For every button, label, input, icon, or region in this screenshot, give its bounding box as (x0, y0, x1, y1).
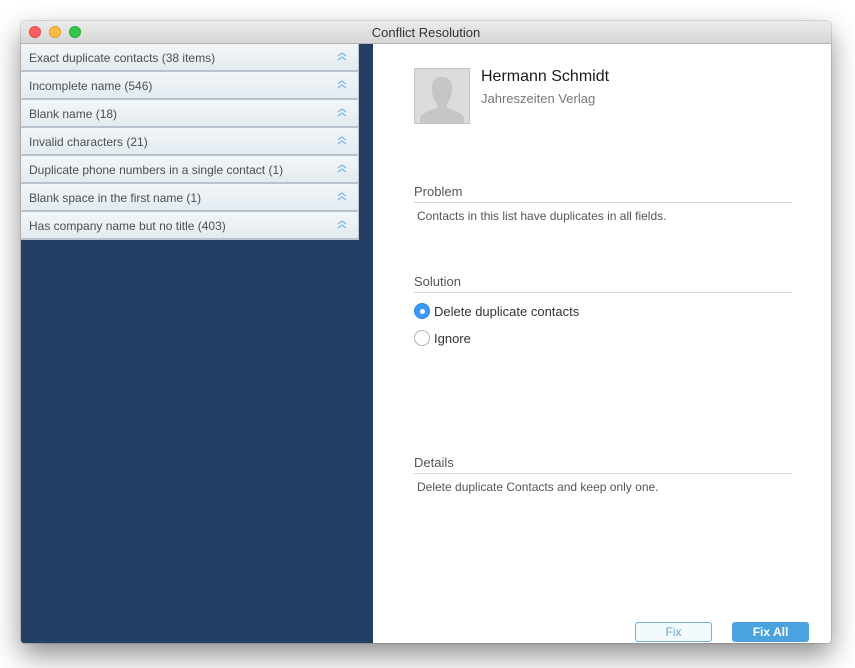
contact-company: Jahreszeiten Verlag (481, 91, 596, 106)
double-chevron-up-icon (337, 192, 347, 201)
double-chevron-up-icon (337, 108, 347, 117)
details-text: Delete duplicate Contacts and keep only … (417, 480, 659, 494)
conflict-item-label: Blank name (18) (29, 107, 118, 121)
conflict-item-invalid-characters[interactable]: Invalid characters (21) (21, 128, 359, 156)
problem-heading: Problem (414, 184, 792, 203)
contact-avatar (414, 68, 470, 124)
radio-label: Delete duplicate contacts (434, 303, 580, 319)
detail-pane: Hermann Schmidt Jahreszeiten Verlag Prob… (373, 44, 831, 643)
conflict-item-company-no-title[interactable]: Has company name but no title (403) (21, 212, 359, 240)
conflict-item-label: Exact duplicate contacts (38 items) (29, 51, 216, 65)
double-chevron-up-icon (337, 80, 347, 89)
person-silhouette-icon (420, 77, 464, 123)
solution-heading: Solution (414, 274, 792, 293)
radio-label: Ignore (434, 330, 471, 346)
contact-name: Hermann Schmidt (481, 68, 610, 85)
radio-selected-icon[interactable] (414, 303, 430, 319)
conflict-resolution-window: Conflict Resolution Exact duplicate cont… (21, 21, 831, 643)
double-chevron-up-icon (337, 164, 347, 173)
fix-button[interactable]: Fix (635, 622, 712, 642)
double-chevron-up-icon (337, 52, 347, 61)
conflict-item-label: Duplicate phone numbers in a single cont… (29, 163, 284, 177)
radio-ignore[interactable]: Ignore (414, 329, 471, 347)
conflict-item-blank-space-first-name[interactable]: Blank space in the first name (1) (21, 184, 359, 212)
problem-text: Contacts in this list have duplicates in… (417, 209, 667, 223)
conflict-item-duplicate-phone-numbers[interactable]: Duplicate phone numbers in a single cont… (21, 156, 359, 184)
conflict-item-incomplete-name[interactable]: Incomplete name (546) (21, 72, 359, 100)
radio-unselected-icon[interactable] (414, 330, 430, 346)
conflict-item-label: Blank space in the first name (1) (29, 191, 202, 205)
conflict-item-label: Invalid characters (21) (29, 135, 148, 149)
radio-delete-duplicates[interactable]: Delete duplicate contacts (414, 302, 579, 320)
double-chevron-up-icon (337, 220, 347, 229)
double-chevron-up-icon (337, 136, 347, 145)
fix-all-button[interactable]: Fix All (732, 622, 809, 642)
conflict-item-exact-duplicates[interactable]: Exact duplicate contacts (38 items) (21, 44, 359, 72)
conflict-list: Exact duplicate contacts (38 items) Inco… (21, 44, 359, 240)
conflict-item-blank-name[interactable]: Blank name (18) (21, 100, 359, 128)
window-title: Conflict Resolution (371, 25, 481, 40)
conflict-sidebar: Exact duplicate contacts (38 items) Inco… (21, 44, 373, 643)
conflict-item-label: Incomplete name (546) (29, 79, 153, 93)
details-heading: Details (414, 455, 792, 474)
title-bar: Conflict Resolution (21, 21, 831, 44)
conflict-item-label: Has company name but no title (403) (29, 219, 226, 233)
